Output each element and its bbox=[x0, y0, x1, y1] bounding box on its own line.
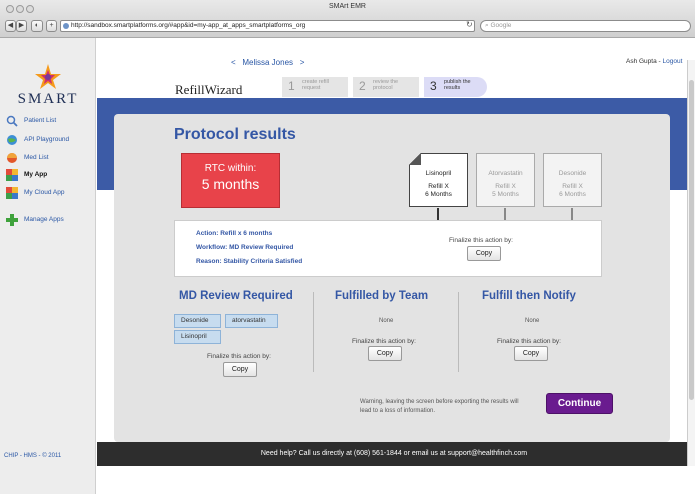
rtc-badge: RTC within: 5 months bbox=[181, 153, 280, 208]
drug-months: 5 Months bbox=[492, 191, 519, 198]
drug-months: 6 Months bbox=[425, 191, 452, 198]
rtc-value: 5 months bbox=[201, 176, 260, 192]
window-title: SMArt EMR bbox=[329, 3, 366, 10]
finalize-label: Finalize this action by: bbox=[497, 338, 561, 345]
app-header: < Melissa Jones > Ash Gupta - Logout Ref… bbox=[97, 38, 691, 98]
scrollbar-thumb[interactable] bbox=[689, 80, 694, 400]
sidebar-item-label: API Playground bbox=[24, 136, 70, 143]
finalize-label: Finalize this action by: bbox=[207, 353, 271, 360]
share-button[interactable]: ◐ bbox=[31, 20, 43, 32]
sidebar-item-patient-list[interactable]: Patient List bbox=[4, 114, 94, 128]
drug-tag[interactable]: atorvastatin bbox=[225, 314, 278, 328]
drug-refill: Refill X bbox=[495, 183, 516, 190]
column-title-md-review: MD Review Required bbox=[179, 290, 293, 302]
sidebar-brand: SMART bbox=[17, 91, 79, 107]
action-details-box: Action: Refill x 6 months Workflow: MD R… bbox=[174, 220, 602, 277]
globe-icon bbox=[63, 23, 69, 29]
sidebar-item-label: My Cloud App bbox=[24, 189, 65, 196]
step-label: review the protocol bbox=[373, 79, 399, 91]
empty-text: None bbox=[525, 318, 540, 324]
step-number: 3 bbox=[430, 79, 437, 93]
column-divider bbox=[313, 292, 314, 372]
page-title: Protocol results bbox=[174, 126, 296, 143]
pills-icon bbox=[7, 153, 17, 163]
step-label: publish the results bbox=[444, 79, 471, 91]
sidebar-item-api-playground[interactable]: API Playground bbox=[4, 133, 94, 147]
connector-line bbox=[504, 208, 506, 220]
connector-line bbox=[437, 208, 439, 220]
page-fold-icon bbox=[409, 153, 421, 165]
previous-patient-button[interactable]: < bbox=[231, 58, 236, 67]
patient-name[interactable]: Melissa Jones bbox=[242, 58, 293, 67]
user-menu: Ash Gupta - Logout bbox=[626, 58, 682, 65]
column-title-fulfill-then-notify: Fulfill then Notify bbox=[482, 290, 576, 302]
plus-icon bbox=[6, 214, 18, 226]
forward-button[interactable]: ▶ bbox=[16, 20, 27, 32]
next-patient-button[interactable]: > bbox=[300, 58, 305, 67]
logout-link[interactable]: Logout bbox=[663, 58, 683, 65]
sidebar-footer[interactable]: CHIP - HMS - © 2011 bbox=[4, 453, 61, 459]
action-text: Action: Refill x 6 months bbox=[196, 230, 273, 237]
user-name: Ash Gupta bbox=[626, 58, 657, 65]
globe-icon bbox=[7, 135, 17, 145]
drug-card-desonide[interactable]: Desonide Refill X 6 Months bbox=[543, 153, 602, 207]
copy-button[interactable]: Copy bbox=[223, 362, 257, 377]
search-icon: ⌕ bbox=[485, 22, 489, 29]
sidebar-item-manage-apps[interactable]: Manage Apps bbox=[4, 213, 94, 227]
copy-button[interactable]: Copy bbox=[467, 246, 501, 261]
empty-text: None bbox=[379, 318, 394, 324]
copy-button[interactable]: Copy bbox=[514, 346, 548, 361]
drug-card-lisinopril[interactable]: Lisinopril Refill X 6 Months bbox=[409, 153, 468, 207]
sidebar-item-label: Manage Apps bbox=[24, 216, 64, 223]
sidebar-item-my-cloud-app[interactable]: My Cloud App bbox=[4, 186, 94, 200]
magnifier-icon bbox=[6, 115, 18, 127]
sidebar-item-label: My App bbox=[24, 171, 48, 178]
drug-name: Atorvastatin bbox=[488, 170, 523, 177]
drug-tag[interactable]: Desonide bbox=[174, 314, 221, 328]
app-icon bbox=[6, 169, 18, 181]
drug-card-atorvastatin[interactable]: Atorvastatin Refill X 5 Months bbox=[476, 153, 535, 207]
step-number: 2 bbox=[359, 79, 366, 93]
drug-refill: Refill X bbox=[562, 183, 583, 190]
sidebar-item-my-app[interactable]: My App bbox=[4, 168, 94, 182]
search-placeholder: Google bbox=[490, 22, 512, 29]
step-label: create refill request bbox=[302, 79, 329, 91]
reason-text: Reason: Stability Criteria Satisfied bbox=[196, 258, 303, 265]
drug-refill: Refill X bbox=[428, 183, 449, 190]
column-title-fulfilled-by-team: Fulfilled by Team bbox=[335, 290, 429, 302]
sidebar-item-label: Patient List bbox=[24, 117, 57, 124]
browser-titlebar: SMArt EMR ◀ ▶ ◐ + http://sandbox.smartpl… bbox=[0, 0, 695, 38]
url-field[interactable]: http://sandbox.smartplatforms.org/#app&i… bbox=[60, 20, 475, 32]
step-number: 1 bbox=[288, 79, 295, 93]
cloud-app-icon bbox=[6, 187, 18, 199]
sidebar-item-label: Med List bbox=[24, 154, 49, 161]
sidebar: SMART Patient List API Playground Med Li… bbox=[0, 38, 96, 494]
url-text: http://sandbox.smartplatforms.org/#app&i… bbox=[71, 22, 306, 29]
help-footer: Need help? Call us directly at (608) 561… bbox=[97, 442, 691, 466]
continue-button[interactable]: Continue bbox=[546, 393, 613, 414]
back-button[interactable]: ◀ bbox=[5, 20, 16, 32]
step-review-protocol: 2 review the protocol bbox=[353, 77, 419, 97]
rtc-label: RTC within: bbox=[204, 163, 257, 174]
connector-line bbox=[571, 208, 573, 220]
drug-name: Desonide bbox=[558, 170, 587, 177]
add-bookmark-button[interactable]: + bbox=[46, 20, 57, 32]
step-publish-results: 3 publish the results bbox=[424, 77, 487, 97]
refillwizard-logo: RefillWizard bbox=[175, 82, 243, 97]
drug-name: Lisinopril bbox=[425, 170, 452, 177]
workflow-text: Workflow: MD Review Required bbox=[196, 244, 294, 251]
warning-text: Warning, leaving the screen before expor… bbox=[360, 399, 519, 414]
step-create-refill-request: 1 create refill request bbox=[282, 77, 348, 97]
search-field[interactable]: ⌕ Google bbox=[480, 20, 691, 32]
finalize-label: Finalize this action by: bbox=[352, 338, 416, 345]
reload-icon[interactable]: ↻ bbox=[466, 20, 473, 29]
finalize-label: Finalize this action by: bbox=[449, 237, 513, 244]
patient-switcher: < Melissa Jones > bbox=[231, 58, 304, 67]
drug-tag[interactable]: Lisinopril bbox=[174, 330, 221, 344]
drug-months: 6 Months bbox=[559, 191, 586, 198]
column-divider bbox=[458, 292, 459, 372]
scrollbar[interactable] bbox=[687, 60, 695, 466]
copy-button[interactable]: Copy bbox=[368, 346, 402, 361]
sidebar-item-med-list[interactable]: Med List bbox=[4, 151, 94, 165]
